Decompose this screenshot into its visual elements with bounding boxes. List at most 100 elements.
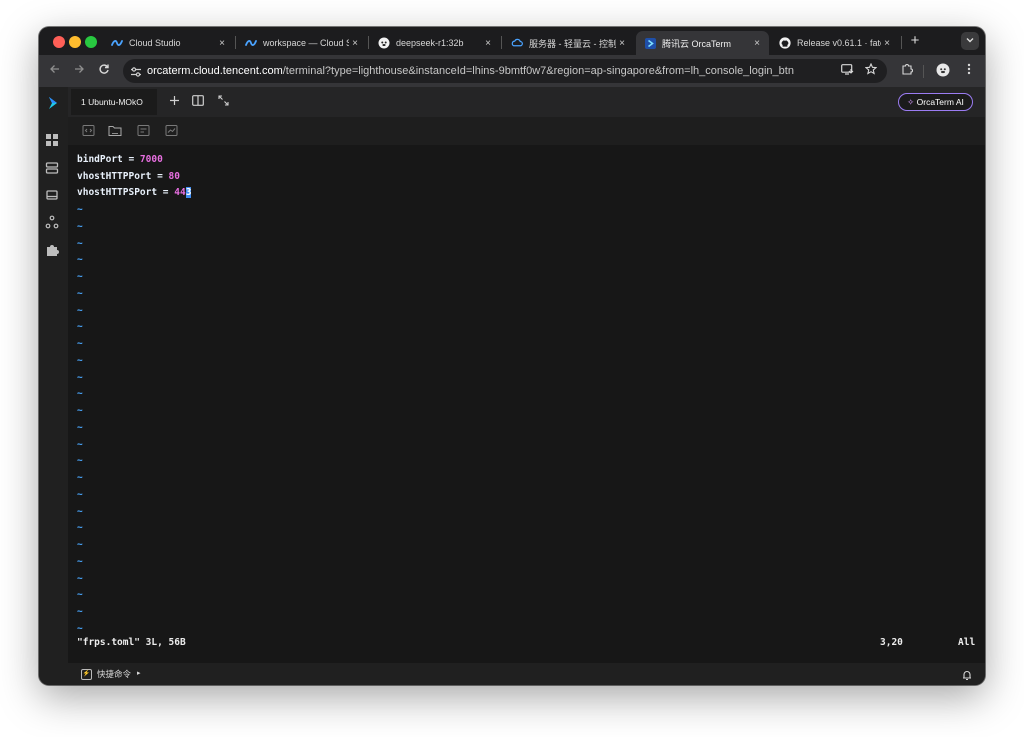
terminal-screen[interactable]: bindPort = 7000 vhostHTTPPort = 80 vhost… <box>68 145 985 663</box>
config-value: 80 <box>168 171 180 182</box>
vim-empty-line-tilde: ~ <box>77 622 83 634</box>
url-path: /terminal?type=lighthouse&instanceId=lhi… <box>282 65 794 77</box>
vim-empty-line-tilde: ~ <box>77 572 83 584</box>
topology-icon[interactable] <box>45 215 61 231</box>
profile-avatar-icon[interactable] <box>935 63 951 79</box>
app-header: 1 Ubuntu-MOkO ✧ OrcaTerm AI <box>68 87 985 117</box>
config-key: vhostHTTPSPort = <box>77 187 175 198</box>
tab-label: 服务器 - 轻量云 - 控制 <box>529 38 616 49</box>
vim-status-position: 3,20 <box>880 637 903 648</box>
server-icon[interactable] <box>45 161 61 177</box>
tab-label: Cloud Studio <box>129 38 181 48</box>
vim-empty-line-tilde: ~ <box>77 589 83 601</box>
tab-divider <box>368 36 369 49</box>
browser-menu-icon[interactable] <box>961 63 977 79</box>
ollama-icon <box>378 37 390 49</box>
toolbar-divider <box>923 65 924 78</box>
vim-empty-line-tilde: ~ <box>77 522 83 534</box>
notification-bell-icon[interactable] <box>961 668 973 681</box>
minimize-window-button[interactable] <box>69 36 81 48</box>
tab-label: workspace — Cloud S <box>263 38 349 48</box>
vim-status-scroll: All <box>958 637 976 648</box>
vim-line-vhost-https: vhostHTTPSPort = 443 <box>77 185 192 201</box>
browser-window: Cloud Studio × workspace — Cloud S × dee… <box>39 27 985 685</box>
terminal-toolbar <box>68 117 985 145</box>
browser-tab-release[interactable]: Release v0.61.1 · fate × <box>771 31 899 55</box>
vim-empty-line-tilde: ~ <box>77 388 83 400</box>
close-tab-icon[interactable]: × <box>349 38 361 49</box>
config-key: vhostHTTPPort = <box>77 171 169 182</box>
bookmark-star-icon[interactable] <box>863 62 879 79</box>
vim-status-file: "frps.toml" 3L, 56B <box>77 637 186 648</box>
split-pane-icon[interactable] <box>191 95 205 109</box>
session-tab[interactable]: 1 Ubuntu-MOkO <box>71 89 157 115</box>
monitor-chart-icon[interactable] <box>165 124 178 137</box>
extensions-puzzle-icon[interactable] <box>899 63 915 79</box>
cloud-studio-icon <box>245 37 257 49</box>
forward-icon[interactable] <box>71 63 87 79</box>
address-bar[interactable]: orcaterm.cloud.tencent.com/terminal?type… <box>123 59 887 83</box>
shortcut-label: 快捷命令 <box>97 669 132 679</box>
tab-label: deepseek-r1:32b <box>396 38 464 48</box>
browser-tab-tencent-cloud[interactable]: 服务器 - 轻量云 - 控制 × <box>503 31 634 55</box>
vim-empty-line-tilde: ~ <box>77 539 83 550</box>
orcaterm-logo-icon[interactable] <box>45 95 61 111</box>
add-session-icon[interactable] <box>167 95 181 109</box>
code-snippet-icon[interactable] <box>82 124 95 137</box>
vim-line-bindport: bindPort = 7000 <box>77 152 163 168</box>
close-tab-icon[interactable]: × <box>881 38 893 49</box>
vim-empty-line-tilde: ~ <box>77 488 83 500</box>
vim-empty-line-tilde: ~ <box>77 321 83 333</box>
tab-strip: Cloud Studio × workspace — Cloud S × dee… <box>39 27 985 55</box>
storage-icon[interactable] <box>45 188 61 204</box>
close-tab-icon[interactable]: × <box>751 38 763 49</box>
vim-empty-line-tilde: ~ <box>77 472 83 483</box>
tab-search-button[interactable] <box>961 32 979 50</box>
vim-empty-line-tilde: ~ <box>77 438 83 450</box>
config-value: 44 <box>174 187 186 198</box>
bottom-bar: ⚡ 快捷命令 ▸ <box>68 663 985 685</box>
vim-empty-line-tilde: ~ <box>77 354 83 366</box>
orcaterm-icon <box>644 37 656 49</box>
tab-divider <box>501 36 502 49</box>
tab-label: Release v0.61.1 · fate <box>797 38 881 48</box>
ai-button-label: OrcaTerm AI <box>916 97 964 107</box>
expand-icon[interactable] <box>216 95 230 109</box>
close-window-button[interactable] <box>53 36 65 48</box>
vim-empty-line-tilde: ~ <box>77 606 83 617</box>
vim-empty-line-tilde: ~ <box>77 204 83 215</box>
sftp-folder-icon[interactable] <box>108 124 122 137</box>
config-key: bindPort = <box>77 154 140 165</box>
back-icon[interactable] <box>47 63 63 79</box>
zoom-window-button[interactable] <box>85 36 97 48</box>
close-tab-icon[interactable]: × <box>616 38 628 49</box>
vim-empty-line-tilde: ~ <box>77 338 83 349</box>
file-transfer-icon[interactable] <box>137 124 150 137</box>
browser-tab-deepseek[interactable]: deepseek-r1:32b × <box>370 31 500 55</box>
caret-right-icon: ▸ <box>137 670 141 677</box>
vim-line-vhost-http: vhostHTTPPort = 80 <box>77 169 180 185</box>
text-cursor: 3 <box>185 187 192 198</box>
reload-icon[interactable] <box>96 63 112 79</box>
shortcut-commands-button[interactable]: ⚡ 快捷命令 ▸ <box>81 663 141 685</box>
url-text: orcaterm.cloud.tencent.com/terminal?type… <box>147 59 794 83</box>
tencent-cloud-icon <box>511 37 523 49</box>
close-tab-icon[interactable]: × <box>216 38 228 49</box>
left-rail <box>39 87 68 685</box>
vim-empty-line-tilde: ~ <box>77 254 83 266</box>
browser-tab-workspace[interactable]: workspace — Cloud S × <box>237 31 367 55</box>
orcaterm-ai-button[interactable]: ✧ OrcaTerm AI <box>898 93 973 111</box>
vim-empty-line-tilde: ~ <box>77 455 83 467</box>
vim-empty-line-tilde: ~ <box>77 405 83 416</box>
new-tab-button[interactable]: + <box>907 32 923 50</box>
vim-empty-line-tilde: ~ <box>77 271 83 282</box>
sparkle-icon: ✧ <box>907 97 915 107</box>
vim-empty-line-tilde: ~ <box>77 287 83 299</box>
dashboard-grid-icon[interactable] <box>45 133 61 149</box>
browser-tab-cloud-studio[interactable]: Cloud Studio × <box>103 31 234 55</box>
plugin-puzzle-icon[interactable] <box>45 243 61 259</box>
browser-tab-orcaterm[interactable]: 腾讯云 OrcaTerm × <box>636 31 769 55</box>
close-tab-icon[interactable]: × <box>482 38 494 49</box>
site-settings-icon[interactable] <box>130 65 142 77</box>
install-app-icon[interactable] <box>839 63 855 79</box>
